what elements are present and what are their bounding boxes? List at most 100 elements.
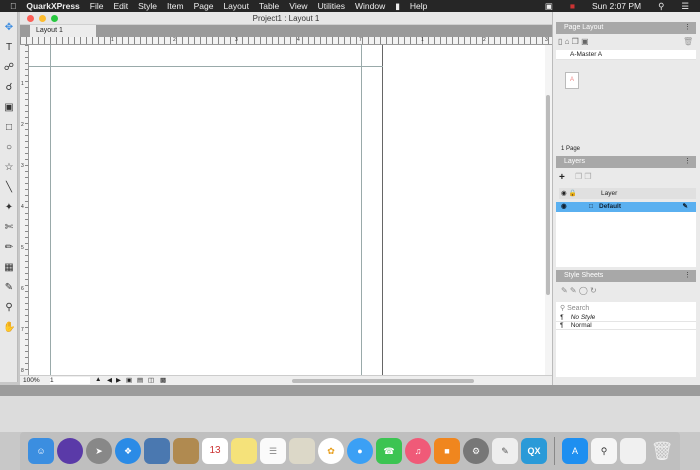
next-page-icon[interactable]: ▶ xyxy=(116,376,121,384)
style-sheets-header[interactable]: Style Sheets ⋮ xyxy=(556,270,696,282)
photos-icon[interactable]: ✿ xyxy=(318,438,344,464)
trash-icon[interactable]: 🗑 xyxy=(683,37,693,46)
menu-style[interactable]: Style xyxy=(138,1,157,11)
search-input[interactable]: Search xyxy=(567,305,589,312)
zoom-button[interactable] xyxy=(51,15,58,22)
tool-palette: ✥ T ☍ ☌ ▣ □ ○ ☆ ╲ ✦ ✄ ✏ ▦ ✎ ⚲ ✋ xyxy=(0,12,18,382)
zoom-field[interactable]: 100% xyxy=(23,377,40,384)
pencil-icon[interactable]: ✎ xyxy=(3,282,15,294)
master-page-item[interactable]: A-Master A xyxy=(556,50,696,60)
calendar-icon[interactable]: 13 xyxy=(202,438,228,464)
split-horizontal-icon[interactable]: ▤ xyxy=(137,376,143,384)
prev-page-icon[interactable]: ◀ xyxy=(107,376,112,384)
menu-help[interactable]: Help xyxy=(410,1,427,11)
display-icon[interactable]: ▣ xyxy=(545,1,553,12)
layers-header[interactable]: Layers ⋮ xyxy=(556,156,696,168)
menu-utilities[interactable]: Utilities xyxy=(318,1,345,11)
duplicate-layer-icon[interactable]: ❐ ❐ xyxy=(575,172,592,181)
apple-menu-icon[interactable]:  xyxy=(10,1,16,11)
safari-icon[interactable]: ❖ xyxy=(115,438,141,464)
zoom-tool-icon[interactable]: ⚲ xyxy=(3,302,15,314)
launchpad-icon[interactable]: ➤ xyxy=(86,438,112,464)
system-preferences-icon[interactable]: ⚙ xyxy=(463,438,489,464)
folder-stack-icon[interactable] xyxy=(620,438,646,464)
notes-icon[interactable] xyxy=(231,438,257,464)
add-layer-icon[interactable]: + xyxy=(559,172,565,183)
style-search[interactable]: ⚲ Search xyxy=(556,302,696,314)
trash-icon[interactable]: 🗑 xyxy=(649,438,675,464)
line-tool-icon[interactable]: ╲ xyxy=(3,182,15,194)
music-icon[interactable]: ♫ xyxy=(405,438,431,464)
style-item[interactable]: ¶ Normal xyxy=(556,322,696,330)
books-icon[interactable]: ■ xyxy=(434,438,460,464)
horizontal-scrollbar[interactable] xyxy=(292,379,474,383)
unlink-icon[interactable]: ☌ xyxy=(3,82,15,94)
page-layout-header[interactable]: Page Layout ⋮ xyxy=(556,22,696,34)
status-bar: 100% 1 ▲ ◀ ▶ ▣ ▤ ◫ ▩ xyxy=(20,375,552,385)
page-up-icon[interactable]: ▲ xyxy=(95,376,101,383)
picture-content-icon[interactable]: ▣ xyxy=(3,102,15,114)
eye-icon: ◉ xyxy=(561,190,567,197)
flag-icon[interactable]: ■ xyxy=(570,1,575,11)
vertical-ruler[interactable]: 1 2 3 4 5 6 7 8 xyxy=(20,45,29,375)
quarkxpress-icon[interactable]: QX xyxy=(521,438,547,464)
messages-icon[interactable]: ● xyxy=(347,438,373,464)
menu-table[interactable]: Table xyxy=(259,1,279,11)
text-linking-icon[interactable]: ☍ xyxy=(3,62,15,74)
style-item[interactable]: ¶ No Style xyxy=(556,314,696,322)
spotlight-icon[interactable]: ⚲ xyxy=(658,1,664,12)
edit-icon[interactable]: ✎ xyxy=(683,202,688,212)
contacts-icon[interactable] xyxy=(173,438,199,464)
page-thumbnail[interactable]: A xyxy=(565,72,579,89)
preview-icon[interactable]: ▩ xyxy=(160,376,166,384)
tab-layout-1[interactable]: Layout 1 xyxy=(30,25,96,37)
eye-icon[interactable]: ◉ xyxy=(561,203,567,210)
finder-icon[interactable]: ☺ xyxy=(28,438,54,464)
table-tool-icon[interactable]: ▦ xyxy=(3,262,15,274)
layer-column-label: Layer xyxy=(601,190,618,197)
page-field[interactable]: 1 xyxy=(50,377,90,384)
text-tool-icon[interactable]: T xyxy=(3,42,15,54)
style-tools-icons[interactable]: ✎ ✎ ◯ ↻ xyxy=(561,286,597,295)
document-icon[interactable]: ⚲ xyxy=(591,438,617,464)
menu-edit[interactable]: Edit xyxy=(113,1,128,11)
split-vertical-icon[interactable]: ◫ xyxy=(148,376,154,384)
more-icon[interactable]: ⋮ xyxy=(684,270,691,282)
more-icon[interactable]: ⋮ xyxy=(684,22,691,34)
more-icon[interactable]: ⋮ xyxy=(684,156,691,168)
eyedropper-icon[interactable]: ✏ xyxy=(3,242,15,254)
page-tools-icons[interactable]: ▯ ⌂ ❐ ▣ xyxy=(558,37,589,46)
oval-tool-icon[interactable]: ○ xyxy=(3,142,15,154)
layout-canvas[interactable] xyxy=(29,45,549,375)
menu-view[interactable]: View xyxy=(289,1,307,11)
horizontal-ruler[interactable]: 1 2 3 4 7 1 2 3 xyxy=(20,37,552,45)
move-tool-icon[interactable]: ✥ xyxy=(3,22,15,34)
bezier-pen-icon[interactable]: ✦ xyxy=(3,202,15,214)
textedit-icon[interactable]: ✎ xyxy=(492,438,518,464)
notification-center-icon[interactable]: ☰ xyxy=(681,1,689,12)
menu-page[interactable]: Page xyxy=(194,1,214,11)
vertical-scrollbar[interactable] xyxy=(545,45,552,375)
ruler-label: 7 xyxy=(21,327,24,333)
app-store-icon[interactable]: A xyxy=(562,438,588,464)
layer-row-default[interactable]: ◉ □ Default ✎ xyxy=(556,202,696,212)
close-button[interactable] xyxy=(27,15,34,22)
menu-item[interactable]: Item xyxy=(167,1,184,11)
siri-icon[interactable] xyxy=(57,438,83,464)
menu-app[interactable]: QuarkXPress xyxy=(26,1,79,11)
pan-tool-icon[interactable]: ✋ xyxy=(3,322,15,334)
star-tool-icon[interactable]: ☆ xyxy=(3,162,15,174)
script-menu-icon[interactable]: ▮ xyxy=(395,1,400,12)
reminders-icon[interactable]: ☰ xyxy=(260,438,286,464)
rectangle-tool-icon[interactable]: □ xyxy=(3,122,15,134)
facetime-icon[interactable]: ☎ xyxy=(376,438,402,464)
menu-layout[interactable]: Layout xyxy=(223,1,249,11)
preview-icon[interactable] xyxy=(289,438,315,464)
clock[interactable]: Sun 2:07 PM xyxy=(592,1,641,11)
menu-window[interactable]: Window xyxy=(355,1,385,11)
menu-file[interactable]: File xyxy=(90,1,104,11)
scissors-icon[interactable]: ✄ xyxy=(3,222,15,234)
view-icon[interactable]: ▣ xyxy=(126,376,132,384)
image-capture-icon[interactable] xyxy=(144,438,170,464)
minimize-button[interactable] xyxy=(39,15,46,22)
